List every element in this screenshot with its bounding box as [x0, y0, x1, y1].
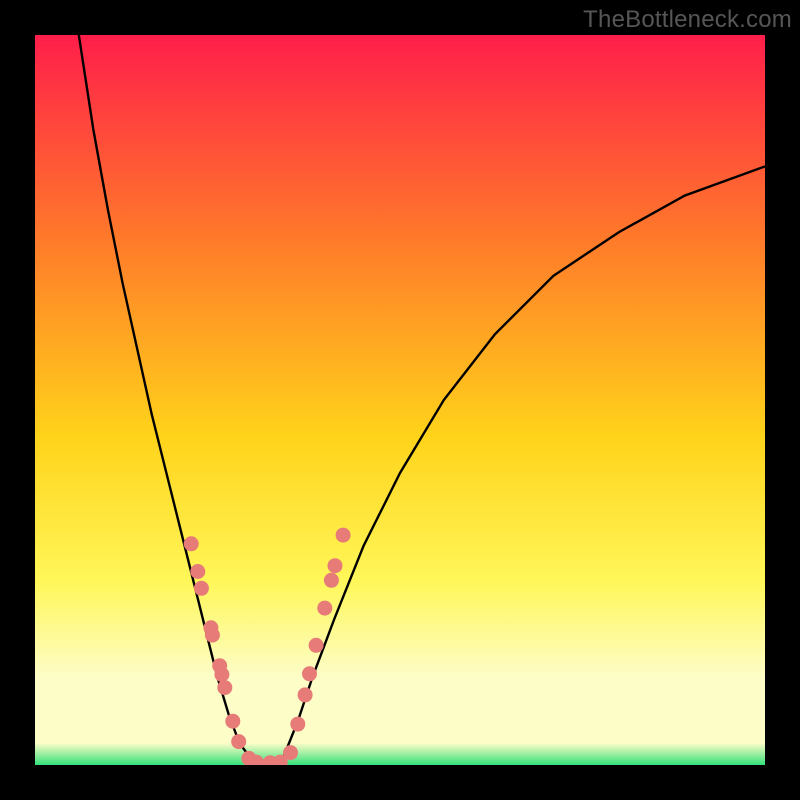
data-dot [283, 745, 298, 760]
bottleneck-curve [79, 35, 765, 765]
data-dot [290, 717, 305, 732]
data-dot [214, 667, 229, 682]
data-dot [324, 573, 339, 588]
watermark-text: TheBottleneck.com [583, 6, 792, 34]
chart-container: TheBottleneck.com [0, 0, 800, 800]
data-dot [298, 687, 313, 702]
data-dot [302, 666, 317, 681]
data-dot [190, 564, 205, 579]
plot-area [35, 35, 765, 765]
data-dot [328, 558, 343, 573]
data-dot [231, 734, 246, 749]
data-dot [194, 581, 209, 596]
data-dot [205, 628, 220, 643]
data-dot [317, 601, 332, 616]
data-dot [309, 638, 324, 653]
curve-layer [35, 35, 765, 765]
data-dot [184, 536, 199, 551]
data-dot [225, 714, 240, 729]
data-dot [336, 528, 351, 543]
data-dot [217, 680, 232, 695]
